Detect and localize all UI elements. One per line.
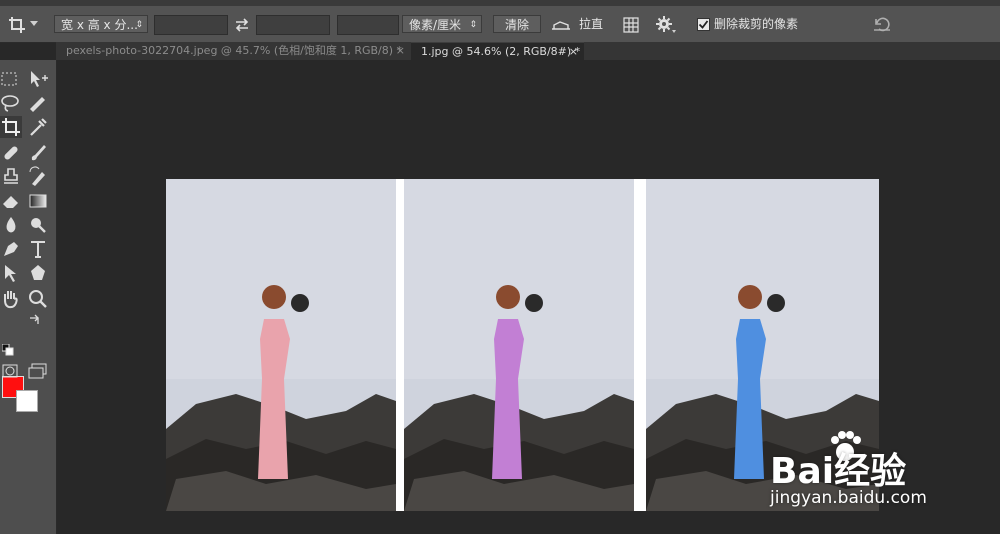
blur-icon[interactable] [0,214,22,236]
units-select[interactable]: 像素/厘米 ⇕ [402,15,482,33]
clone-stamp-icon[interactable] [0,166,22,188]
eraser-icon[interactable] [0,190,22,212]
delete-cropped-checkbox[interactable] [697,18,710,31]
delete-cropped-label: 删除裁剪的像素 [714,17,799,31]
hand-icon[interactable] [0,288,22,310]
screen-mode-icon[interactable] [27,360,49,382]
background-color-swatch[interactable] [16,390,38,412]
resolution-input[interactable] [337,15,399,35]
crop-icon[interactable] [8,16,26,34]
chevron-updown-icon: ⇕ [135,20,143,30]
clear-label: 清除 [504,18,529,32]
path-select-icon[interactable] [0,262,22,284]
height-input[interactable] [256,15,330,35]
photo-panel-2 [404,179,634,511]
gradient-icon[interactable] [27,190,49,212]
tab-document-1[interactable]: pexels-photo-3022704.jpeg @ 45.7% (色相/饱和… [56,42,411,60]
tab-label: 1.jpg @ 54.6% (2, RGB/8#) * [421,45,581,58]
grid-overlay-icon[interactable] [623,17,639,33]
dodge-icon[interactable] [27,214,49,236]
quickmask-icon[interactable] [0,360,22,382]
options-bar: 宽 x 高 x 分... ⇕ 像素/厘米 ⇕ 清除 拉直 删除裁剪的像素 [0,6,1000,43]
watermark-logo: Bai经验 [770,451,907,492]
reset-icon[interactable] [873,16,891,32]
swap-colors-icon[interactable] [28,314,42,326]
close-icon[interactable]: × [396,42,405,60]
ratio-preset-select[interactable]: 宽 x 高 x 分... ⇕ [54,15,148,33]
healing-brush-icon[interactable] [0,142,22,164]
custom-shape-icon[interactable] [27,262,49,284]
chevron-updown-icon: ⇕ [469,20,477,30]
straighten-label[interactable]: 拉直 [579,15,603,33]
straighten-icon[interactable] [551,17,571,33]
brush-icon[interactable] [27,142,49,164]
quick-select-icon[interactable] [27,92,49,114]
watermark-url: jingyan.baidu.com [770,488,927,508]
move-icon[interactable] [27,68,49,90]
document-tabs: pexels-photo-3022704.jpeg @ 45.7% (色相/饱和… [56,42,1000,60]
chevron-down-icon[interactable] [30,21,38,27]
zoom-icon[interactable] [27,288,49,310]
photo-panel-1 [166,179,396,511]
clear-button[interactable]: 清除 [493,15,541,33]
crop-tool-icon[interactable] [0,116,22,138]
tools-panel [0,60,57,534]
eyedropper-icon[interactable] [27,116,49,138]
width-input[interactable] [154,15,228,35]
gear-icon[interactable] [656,16,676,34]
pen-icon[interactable] [0,238,22,260]
lasso-icon[interactable] [0,92,22,114]
tab-document-2[interactable]: 1.jpg @ 54.6% (2, RGB/8#) * × [411,42,584,60]
type-icon[interactable] [27,238,49,260]
baidu-watermark: Bai经验 jingyan.baidu.com [770,430,990,520]
swap-arrows-icon[interactable] [234,18,250,32]
default-colors-icon[interactable] [2,344,14,356]
units-value: 像素/厘米 [409,18,462,32]
tab-label: pexels-photo-3022704.jpeg @ 45.7% (色相/饱和… [66,44,403,57]
marquee-icon[interactable] [0,68,22,90]
history-brush-icon[interactable] [27,166,49,188]
close-icon[interactable]: × [569,43,578,61]
ratio-preset-value: 宽 x 高 x 分... [61,18,138,32]
